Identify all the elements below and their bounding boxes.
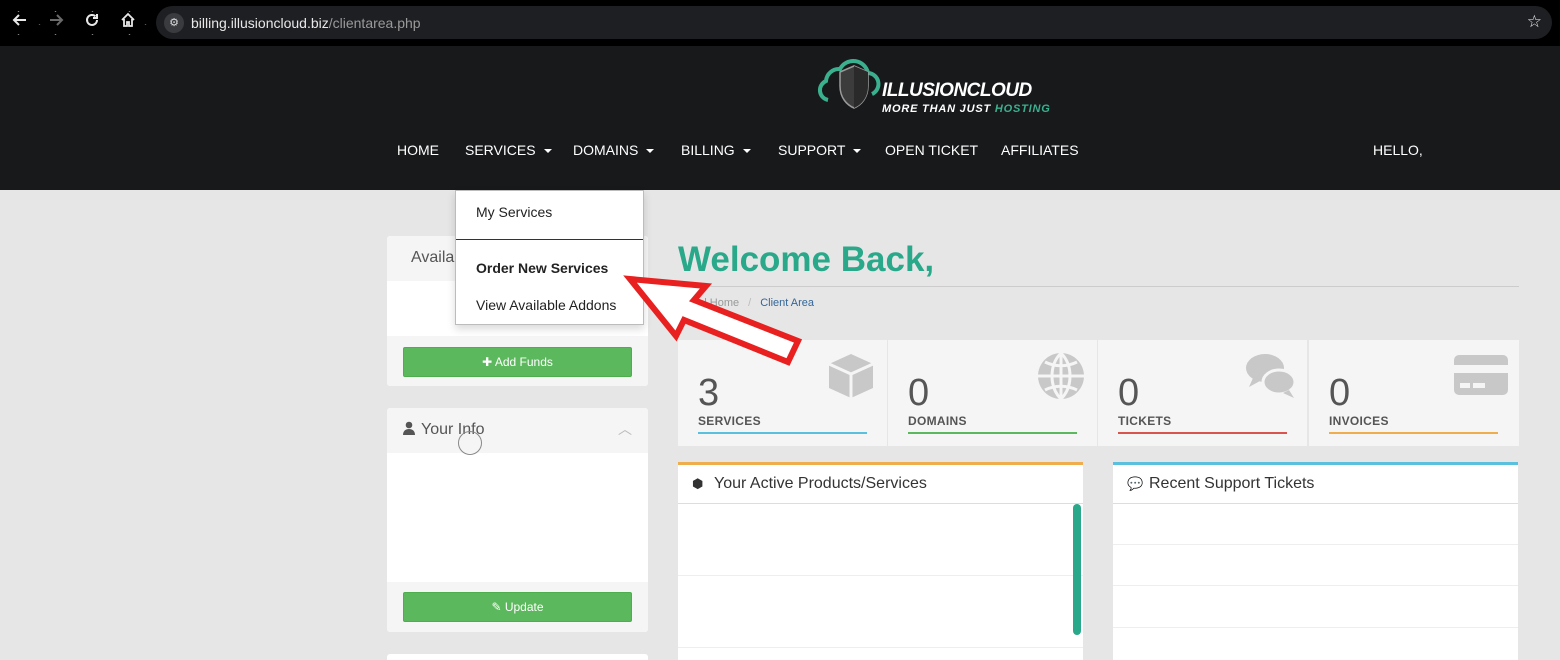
scrollbar-thumb[interactable] — [1073, 504, 1081, 635]
row-divider — [1113, 627, 1518, 628]
card-title: Recent Support Tickets — [1149, 475, 1315, 492]
nav-services[interactable]: SERVICES — [465, 142, 552, 158]
forward-button[interactable] — [45, 11, 67, 33]
illusioncloud-logo[interactable]: ILLUSIONCLOUD MORE THAN JUST HOSTING — [816, 48, 1066, 118]
brand-tagline: MORE THAN JUST HOSTING — [882, 103, 1051, 115]
arrow-left-icon — [12, 14, 26, 26]
user-icon — [403, 421, 415, 435]
bookmark-star-icon[interactable]: ☆ — [1527, 12, 1542, 32]
domains-accent-bar — [908, 432, 1077, 434]
menu-item-my-services[interactable]: My Services — [476, 204, 552, 220]
tickets-label: TICKETS — [1118, 414, 1172, 428]
add-funds-button[interactable]: ✚ Add Funds — [403, 347, 632, 377]
browser-toolbar: ⚙ billing.illusioncloud.biz/clientarea.p… — [0, 0, 1560, 46]
address-bar[interactable]: ⚙ billing.illusioncloud.biz/clientarea.p… — [156, 6, 1552, 39]
cube-icon: ⬢ — [692, 476, 704, 491]
home-button[interactable] — [117, 11, 139, 33]
comments-icon: 💬 — [1127, 476, 1144, 491]
domains-count: 0 — [908, 372, 930, 414]
sidebar-next-panel — [387, 654, 648, 660]
caret-down-icon — [646, 149, 655, 154]
cube-icon — [828, 354, 874, 398]
url-text[interactable]: billing.illusioncloud.biz/clientarea.php — [191, 15, 421, 31]
tickets-accent-bar — [1118, 432, 1287, 434]
home-icon — [121, 12, 135, 27]
stat-tile-tickets[interactable]: 0 TICKETS — [1098, 340, 1307, 446]
menu-divider — [456, 239, 643, 240]
menu-item-order-new-services[interactable]: Order New Services — [476, 260, 608, 276]
recent-tickets-card: 💬 Recent Support Tickets — [1113, 462, 1518, 660]
active-products-card: ⬢ Your Active Products/Services — [678, 462, 1083, 660]
card-header: 💬 Recent Support Tickets — [1113, 465, 1518, 504]
nav-support[interactable]: SUPPORT — [778, 142, 862, 158]
comments-icon — [1246, 354, 1297, 398]
main-navigation: HOME SERVICES DOMAINS BILLING SUPPORT OP… — [0, 142, 1560, 162]
row-divider — [678, 647, 1083, 648]
row-divider — [678, 575, 1083, 576]
nav-domains[interactable]: DOMAINS — [573, 142, 655, 158]
stat-tile-domains[interactable]: 0 DOMAINS — [888, 340, 1097, 446]
annotation-arrow — [623, 275, 803, 366]
card-title: Your Active Products/Services — [714, 475, 927, 492]
update-info-button[interactable]: ✎ Update — [403, 592, 632, 622]
user-greeting-menu[interactable]: HELLO, — [1373, 142, 1423, 158]
invoices-label: INVOICES — [1329, 414, 1389, 428]
site-header: ILLUSIONCLOUD MORE THAN JUST HOSTING HOM… — [0, 46, 1560, 190]
cloud-shield-icon — [817, 58, 881, 109]
domains-label: DOMAINS — [908, 414, 967, 428]
brand-name: ILLUSIONCLOUD — [882, 80, 1032, 101]
back-button[interactable] — [9, 11, 31, 33]
mouse-cursor-indicator — [458, 431, 482, 455]
nav-billing[interactable]: BILLING — [681, 142, 751, 158]
caret-down-icon — [742, 149, 751, 154]
pencil-icon: ✎ — [491, 600, 505, 614]
globe-icon — [1038, 351, 1084, 401]
card-header: ⬢ Your Active Products/Services — [678, 465, 1083, 504]
menu-item-view-available-addons[interactable]: View Available Addons — [476, 297, 616, 313]
credit-card-icon — [1454, 355, 1508, 395]
arrow-right-icon — [50, 14, 64, 26]
your-info-panel: Your Info ︿ ✎ Update — [387, 408, 648, 632]
reload-icon — [86, 13, 98, 26]
services-count: 3 — [698, 372, 720, 414]
services-label: SERVICES — [698, 414, 761, 428]
nav-open-ticket[interactable]: OPEN TICKET — [885, 142, 978, 158]
caret-down-icon — [853, 149, 862, 154]
nav-affiliates[interactable]: AFFILIATES — [1001, 142, 1079, 158]
reload-button[interactable] — [81, 11, 103, 33]
chevron-up-icon[interactable]: ︿ — [618, 419, 632, 439]
invoices-count: 0 — [1329, 372, 1351, 414]
site-info-icon[interactable]: ⚙ — [164, 13, 184, 33]
nav-home[interactable]: HOME — [397, 142, 439, 158]
plus-icon: ✚ — [482, 355, 495, 369]
invoices-accent-bar — [1329, 432, 1498, 434]
stat-tile-invoices[interactable]: 0 INVOICES — [1309, 340, 1519, 446]
row-divider — [1113, 544, 1518, 545]
your-info-header[interactable]: Your Info ︿ — [387, 408, 648, 453]
tickets-count: 0 — [1118, 372, 1140, 414]
services-accent-bar — [698, 432, 867, 434]
caret-down-icon — [543, 149, 552, 154]
row-divider — [1113, 585, 1518, 586]
